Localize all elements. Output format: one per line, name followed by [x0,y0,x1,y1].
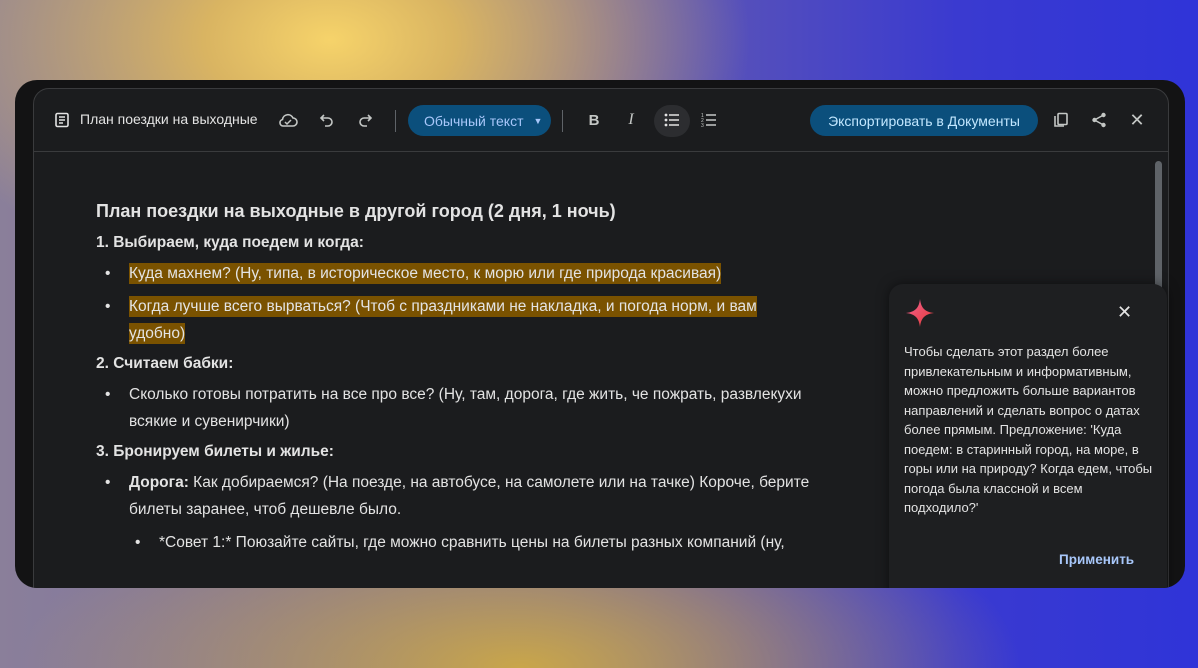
toolbar: План поездки на выходные Обычный текст ▼ … [34,89,1168,152]
share-icon[interactable] [1085,106,1113,134]
apply-button[interactable]: Применить [1059,552,1134,567]
sub-list-item: *Совет 1:* Поюзайте сайты, где можно сра… [96,529,816,556]
section-heading: 1. Выбираем, куда поедем и когда: [96,234,364,251]
italic-icon[interactable]: I [617,106,645,134]
list-item: Куда махнем? (Ну, типа, в историческое м… [96,260,816,287]
document-icon [48,106,76,134]
doc-title: План поездки на выходные [80,111,258,127]
copy-icon[interactable] [1047,106,1075,134]
app-frame: План поездки на выходные Обычный текст ▼ … [15,80,1185,588]
gemini-sparkle-icon [905,298,935,333]
bold-icon[interactable]: B [580,106,608,134]
highlighted-text[interactable]: Когда лучше всего вырваться? (Чтоб с пра… [129,296,757,344]
text-style-dropdown[interactable]: Обычный текст ▼ [408,105,551,136]
section-heading: 3. Бронируем билеты и жилье: [96,443,334,460]
undo-icon[interactable] [313,106,341,134]
cloud-saved-icon[interactable] [274,106,302,134]
item-text: Как добираемся? (На поезде, на автобусе,… [129,474,810,518]
text-style-label: Обычный текст [424,112,524,129]
bulleted-list-icon[interactable] [658,106,686,134]
export-to-docs-button[interactable]: Экспортировать в Документы [810,105,1038,136]
section-heading: 2. Считаем бабки: [96,355,234,372]
suggestion-card: ✕ Чтобы сделать этот раздел более привле… [889,284,1167,588]
document-body[interactable]: План поездки на выходные в другой город … [96,201,816,562]
list-item: Дорога: Как добираемся? (На поезде, на а… [96,469,816,523]
divider [562,110,563,132]
suggestion-text: Чтобы сделать этот раздел более привлека… [904,344,1153,515]
list-item: Сколько готовы потратить на все про все?… [96,381,816,435]
editor-panel: План поездки на выходные Обычный текст ▼ … [33,88,1169,588]
highlighted-text[interactable]: Куда махнем? (Ну, типа, в историческое м… [129,263,722,284]
svg-text:3: 3 [701,123,704,128]
list-item: Когда лучше всего вырваться? (Чтоб с пра… [96,293,816,347]
divider [395,110,396,132]
item-label: Дорога: [129,474,189,491]
redo-icon[interactable] [351,106,379,134]
close-suggestion-icon[interactable]: ✕ [1117,302,1132,323]
close-icon[interactable]: ✕ [1123,106,1151,134]
numbered-list-icon[interactable]: 123 [695,106,723,134]
caret-down-icon: ▼ [533,115,543,126]
doc-heading: План поездки на выходные в другой город … [96,201,616,221]
